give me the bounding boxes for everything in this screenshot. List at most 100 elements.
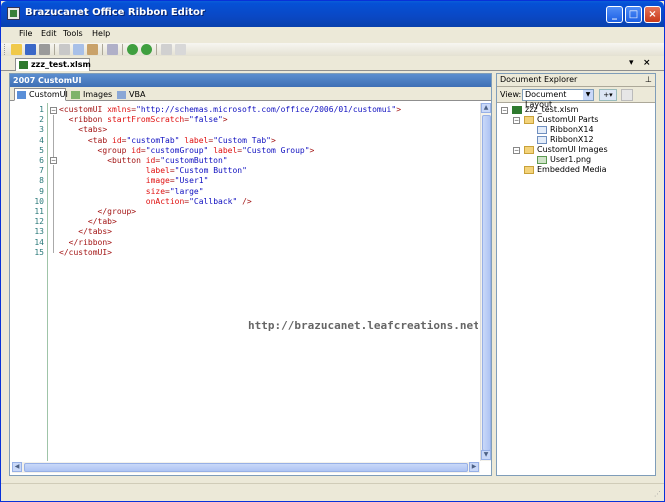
line-number: 12 xyxy=(34,217,44,227)
fold-toggle-icon[interactable]: − xyxy=(50,157,57,164)
line-number: 9 xyxy=(39,186,44,196)
code-line: <group id="customGroup" label="Custom Gr… xyxy=(98,146,315,155)
line-number: 11 xyxy=(34,207,44,216)
tab-vba-callbacks[interactable]: VBA Callbacks xyxy=(114,88,182,111)
tree-customui-images[interactable]: CustomUI Images xyxy=(537,145,608,154)
collapse-icon[interactable]: − xyxy=(501,107,508,114)
code-token: > xyxy=(222,115,228,125)
minimize-button[interactable]: _ xyxy=(606,6,623,23)
code-line: <button id="customButton" xyxy=(107,156,227,165)
customui-panel: 2007 CustomUI CustomUI Images VBA Callba… xyxy=(9,73,492,476)
code-token: "Custom Tab" xyxy=(213,135,271,145)
pin-icon[interactable]: ⊥ xyxy=(645,74,652,86)
scroll-right-icon[interactable]: ▶ xyxy=(469,462,479,472)
tab-images[interactable]: Images xyxy=(68,88,112,101)
document-tab-label: zzz_test.xlsm xyxy=(31,60,91,69)
title-bar[interactable]: Brazucanet Office Ribbon Editor _ □ × xyxy=(1,1,664,27)
menu-tools[interactable]: Tools xyxy=(63,29,83,38)
code-token: "customButton" xyxy=(160,156,228,165)
scroll-up-icon[interactable]: ▲ xyxy=(481,103,491,113)
code-token: id xyxy=(131,145,141,155)
horizontal-scrollbar[interactable]: ◀ ▶ xyxy=(12,462,480,473)
add-icon[interactable]: +▾ xyxy=(599,89,617,101)
format-icon[interactable] xyxy=(161,44,172,55)
fold-guide xyxy=(53,205,54,253)
menu-file[interactable]: File xyxy=(19,29,32,38)
code-token: <customUI xyxy=(59,105,108,114)
fold-toggle-icon[interactable]: − xyxy=(50,107,57,114)
paste-icon[interactable] xyxy=(87,44,98,55)
tab-customui-label: CustomUI xyxy=(29,90,68,99)
horizontal-scroll-thumb[interactable] xyxy=(24,463,468,472)
line-number: 1 xyxy=(39,105,44,114)
toolbar-separator xyxy=(156,44,157,55)
explorer-title-bar: Document Explorer ⊥ xyxy=(497,74,655,87)
code-token: "customTab" xyxy=(126,135,180,145)
menu-edit[interactable]: Edit xyxy=(41,29,57,38)
status-bar: ⋰ xyxy=(1,483,664,501)
tree-user1-png[interactable]: User1.png xyxy=(550,155,591,164)
code-line: label="Custom Button" xyxy=(146,166,247,175)
tab-customui[interactable]: CustomUI xyxy=(14,88,68,101)
copy-icon[interactable] xyxy=(73,44,84,55)
code-token: "Custom Group" xyxy=(242,145,310,155)
code-token: > xyxy=(309,145,315,155)
toolbar-separator xyxy=(54,44,55,55)
explorer-title: Document Explorer xyxy=(500,75,578,84)
code-line: size="large" xyxy=(146,187,204,196)
chevron-down-icon[interactable]: ▾ xyxy=(629,58,634,68)
collapse-icon[interactable]: − xyxy=(513,147,520,154)
menu-help[interactable]: Help xyxy=(92,29,110,38)
tree-root[interactable]: zzz_test.xlsm xyxy=(525,105,578,114)
code-line: image="User1" xyxy=(146,176,209,185)
save-icon[interactable] xyxy=(25,44,36,55)
line-number: 14 xyxy=(34,237,44,247)
vertical-scrollbar[interactable]: ▲ ▼ xyxy=(480,103,491,461)
line-number: 13 xyxy=(34,227,44,237)
code-token: id xyxy=(112,135,122,145)
scroll-left-icon[interactable]: ◀ xyxy=(12,462,22,472)
close-document-icon[interactable]: × xyxy=(643,58,651,68)
code-token: "http://schemas.microsoft.com/office/200… xyxy=(136,105,397,114)
code-token: "Callback" xyxy=(189,196,238,206)
document-tab[interactable]: zzz_test.xlsm xyxy=(15,58,91,71)
watermark-text: http://brazucanet.leafcreations.net xyxy=(248,319,478,332)
scroll-down-icon[interactable]: ▼ xyxy=(481,450,491,460)
tree-ribbonx12[interactable]: RibbonX12 xyxy=(550,135,594,144)
code-token: <button xyxy=(107,156,146,165)
find-icon[interactable] xyxy=(107,44,118,55)
close-button[interactable]: × xyxy=(644,6,661,23)
validate-icon[interactable] xyxy=(175,44,186,55)
folder-icon xyxy=(524,146,534,154)
tree-customui-parts[interactable]: CustomUI Parts xyxy=(537,115,598,124)
vertical-scroll-thumb[interactable] xyxy=(482,115,491,451)
code-line: <ribbon startFromScratch="false"> xyxy=(69,115,228,124)
xml-file-icon xyxy=(537,126,547,134)
document-tab-bar: zzz_test.xlsm ▾ × xyxy=(1,57,664,71)
print-icon[interactable] xyxy=(39,44,50,55)
tree-ribbonx14[interactable]: RibbonX14 xyxy=(550,125,594,134)
xml-editor[interactable]: − − http://brazucanet.leafcreations.net … xyxy=(12,103,478,461)
document-explorer-panel: Document Explorer ⊥ View: Document Layou… xyxy=(496,73,656,476)
chevron-down-icon[interactable]: ▼ xyxy=(583,90,593,100)
cut-icon[interactable] xyxy=(59,44,70,55)
code-token: onAction xyxy=(145,196,185,206)
maximize-button[interactable]: □ xyxy=(625,6,642,23)
tree-embedded-media[interactable]: Embedded Media xyxy=(537,165,607,174)
collapse-icon[interactable]: − xyxy=(513,117,520,124)
code-token: startFromScratch xyxy=(107,115,185,125)
resize-grip-icon[interactable]: ⋰ xyxy=(654,490,661,498)
app-window: Brazucanet Office Ribbon Editor _ □ × Fi… xyxy=(0,0,665,502)
open-icon[interactable] xyxy=(11,44,22,55)
undo-icon[interactable] xyxy=(127,44,138,55)
redo-icon[interactable] xyxy=(141,44,152,55)
remove-icon[interactable] xyxy=(621,89,633,101)
line-number: 10 xyxy=(34,196,44,206)
code-token: <ribbon xyxy=(68,115,108,125)
line-number: 5 xyxy=(39,145,44,155)
view-row: View: Document Layout ▼ +▾ xyxy=(497,87,655,109)
toolbar-separator xyxy=(122,44,123,55)
code-line: </ribbon> xyxy=(69,238,112,247)
toolbar-grip-icon[interactable] xyxy=(4,44,7,55)
code-token: <group xyxy=(97,145,132,155)
